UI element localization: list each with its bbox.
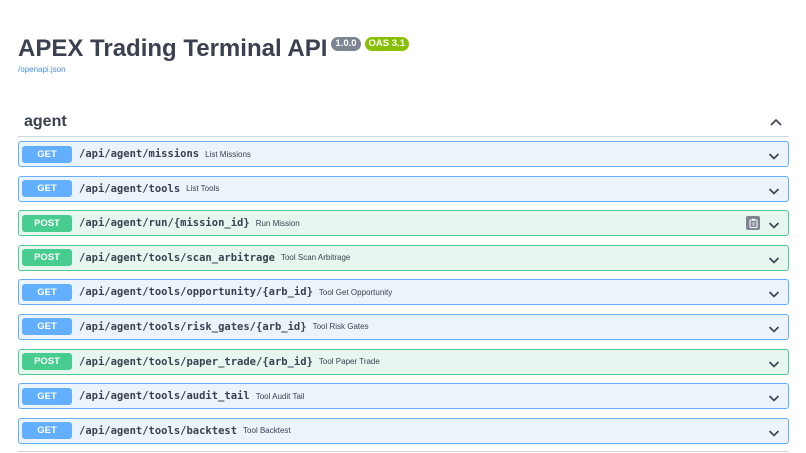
chevron-down-icon[interactable]: [768, 425, 780, 443]
operation-summary: Tool Audit Tail: [255, 391, 305, 401]
operation-path: /api/agent/missions: [79, 148, 200, 160]
method-badge: GET: [22, 422, 72, 440]
method-badge: GET: [22, 180, 72, 198]
chevron-down-icon[interactable]: [768, 390, 780, 408]
tag-header[interactable]: agent: [18, 108, 789, 137]
operation-path: /api/agent/run/{mission_id}: [79, 217, 250, 230]
operation-summary: Tool Backtest: [243, 426, 291, 436]
chevron-down-icon[interactable]: [768, 183, 780, 201]
operation-row[interactable]: POST/api/agent/tools/scan_arbitrage Tool …: [18, 244, 789, 271]
method-badge: POST: [22, 214, 72, 232]
title-row: APEX Trading Terminal API 1.0.0 OAS 3.1: [18, 32, 409, 66]
clipboard-icon[interactable]: [746, 216, 760, 231]
operation-path: /api/agent/tools/paper_trade/{arb_id}: [79, 355, 313, 368]
tag-section-agent: agent: [18, 108, 789, 137]
operation-summary: Tool Risk Gates: [312, 322, 369, 332]
operation-summary: List Tools: [186, 184, 220, 194]
operation-path: /api/agent/tools/opportunity/{arb_id}: [79, 286, 313, 299]
operation-path: /api/agent/tools/audit_tail: [79, 390, 250, 403]
method-badge: GET: [22, 318, 72, 336]
openapi-json-link[interactable]: /openapi.json: [18, 65, 409, 74]
operation-path: /api/agent/tools: [79, 182, 181, 195]
operations-list: GET/api/agent/missions List Missions GET/a…: [18, 141, 789, 452]
tag-name: agent: [24, 113, 67, 130]
operation-row[interactable]: GET/api/agent/tools/opportunity/{arb_id}…: [18, 279, 789, 306]
operation-summary: Tool Get Opportunity: [318, 287, 393, 297]
chevron-down-icon[interactable]: [768, 286, 780, 304]
chevron-down-icon[interactable]: [768, 252, 780, 270]
method-badge: GET: [22, 283, 72, 301]
chevron-up-icon[interactable]: [769, 117, 783, 127]
operation-path: /api/agent/tools/scan_arbitrage: [79, 251, 275, 264]
version-badge: 1.0.0: [331, 37, 361, 51]
operation-row[interactable]: GET/api/agent/tools/backtest Tool Backtes…: [18, 417, 789, 444]
operation-row[interactable]: POST/api/agent/tools/paper_trade/{arb_id…: [18, 348, 789, 375]
operation-summary: Tool Scan Arbitrage: [280, 253, 351, 263]
operation-row[interactable]: GET/api/agent/missions List Missions: [18, 141, 789, 167]
chevron-down-icon[interactable]: [768, 321, 780, 339]
method-badge: GET: [22, 145, 72, 163]
operation-row[interactable]: GET/api/agent/tools/risk_gates/{arb_id} T…: [18, 313, 789, 340]
operation-path: /api/agent/tools/risk_gates/{arb_id}: [79, 320, 307, 333]
api-info: APEX Trading Terminal API 1.0.0 OAS 3.1 …: [18, 32, 409, 74]
method-badge: POST: [22, 353, 72, 371]
divider: [18, 451, 789, 452]
operation-summary: Tool Paper Trade: [318, 357, 380, 367]
operation-row[interactable]: GET/api/agent/tools/audit_tail Tool Audit…: [18, 383, 789, 410]
method-badge: GET: [22, 387, 72, 405]
page-title: APEX Trading Terminal API: [18, 35, 328, 62]
chevron-down-icon[interactable]: [768, 148, 780, 166]
operation-row[interactable]: POST/api/agent/run/{mission_id} Run Missi…: [18, 210, 789, 237]
chevron-down-icon[interactable]: [768, 217, 780, 235]
operation-row[interactable]: GET/api/agent/tools List Tools: [18, 175, 789, 202]
method-badge: POST: [22, 249, 72, 267]
operation-path: /api/agent/tools/backtest: [79, 424, 238, 437]
chevron-down-icon[interactable]: [768, 356, 780, 374]
operation-summary: List Missions: [205, 149, 251, 159]
operation-summary: Run Mission: [255, 218, 300, 228]
oas-badge: OAS 3.1: [364, 37, 409, 51]
